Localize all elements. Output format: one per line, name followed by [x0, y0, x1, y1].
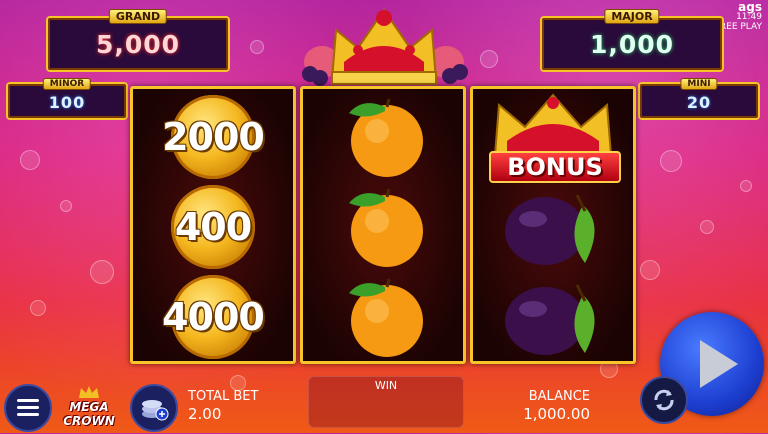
jackpot-mini-label: MINI [680, 78, 718, 90]
orange-symbol [303, 181, 463, 271]
coin-symbol: 4000 [133, 271, 293, 361]
jackpot-mini: MINI 20 [638, 78, 760, 120]
orange-symbol [303, 91, 463, 181]
orange-icon [349, 188, 423, 267]
reel-1: 2000 400 4000 [130, 86, 296, 364]
orange-icon [349, 98, 423, 177]
jackpot-grand-label: GRAND [108, 9, 168, 24]
bet-button[interactable] [130, 384, 178, 432]
plum-icon [505, 284, 595, 355]
plum-icon [505, 194, 595, 265]
refresh-icon [654, 389, 674, 411]
reel-3: BONUS [470, 86, 636, 364]
jackpot-major-label: MAJOR [604, 9, 660, 24]
total-bet-label: TOTAL BET [188, 389, 259, 404]
crown-decoration [302, 8, 468, 86]
orange-icon [349, 278, 423, 357]
jackpot-grand-value: 5,000 [95, 30, 181, 59]
hamburger-menu-icon [17, 399, 39, 402]
plum-symbol [473, 271, 633, 361]
coin-symbol: 400 [133, 181, 293, 271]
jackpot-minor: MINOR 100 [6, 78, 128, 120]
bonus-symbol: BONUS [473, 91, 633, 183]
reel-2 [300, 86, 466, 364]
autoplay-button[interactable] [640, 376, 688, 424]
total-bet-value: 2.00 [188, 405, 222, 423]
coin-stack-icon [142, 400, 169, 421]
coin-value: 4000 [162, 295, 265, 339]
game-logo: MEGA CROWN [54, 386, 124, 428]
plum-symbol [473, 181, 633, 271]
win-display: WIN [308, 376, 464, 428]
coin-symbol: 2000 [133, 91, 293, 181]
jackpot-minor-label: MINOR [42, 78, 92, 90]
balance-label: BALANCE [528, 389, 590, 404]
jackpot-major-value: 1,000 [589, 30, 675, 59]
logo-text: MEGA CROWN [63, 400, 115, 428]
jackpot-mini-value: 20 [686, 93, 712, 112]
jackpot-grand: GRAND 5,000 [46, 9, 230, 72]
provider-brand: ags [738, 0, 762, 14]
play-icon [700, 340, 738, 388]
balance-value: 1,000.00 [523, 405, 590, 423]
win-label: WIN [374, 379, 398, 392]
orange-symbol [303, 271, 463, 361]
jackpot-minor-value: 100 [48, 93, 86, 112]
bonus-label: BONUS [489, 151, 621, 183]
logo-crown-icon [79, 386, 99, 398]
coin-value: 2000 [162, 115, 265, 159]
menu-button[interactable] [4, 384, 52, 432]
coin-value: 400 [174, 205, 252, 249]
jackpot-major: MAJOR 1,000 [540, 9, 724, 72]
